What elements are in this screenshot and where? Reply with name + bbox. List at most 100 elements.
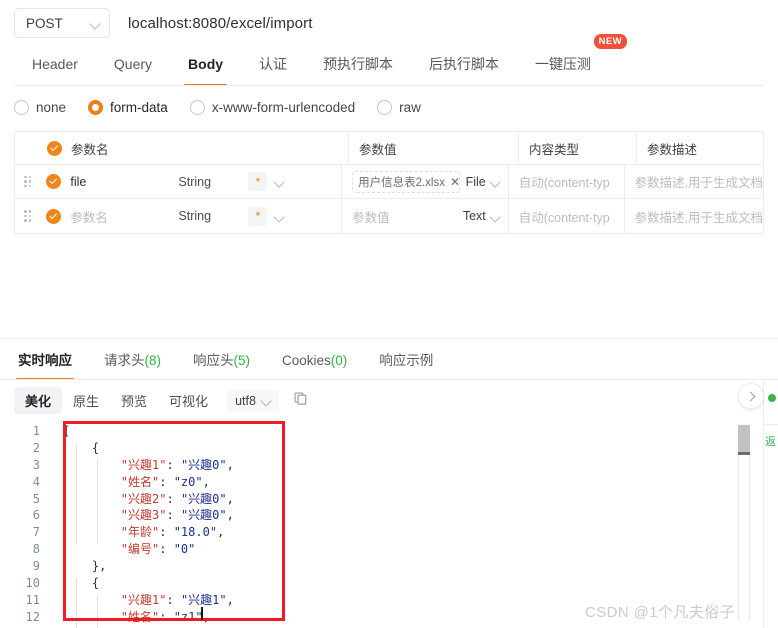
value-type-select[interactable]: Text bbox=[463, 209, 500, 223]
chevron-down-icon[interactable] bbox=[275, 177, 284, 186]
row-drag-handle[interactable] bbox=[15, 210, 42, 222]
description-input: 参数描述,用于生成文档 bbox=[634, 210, 763, 225]
param-name-input[interactable]: 参数名 bbox=[70, 207, 178, 226]
view-tab-visualize[interactable]: 可视化 bbox=[158, 387, 219, 414]
line-number: 5 bbox=[32, 491, 40, 506]
code-token: : bbox=[159, 542, 174, 557]
text-caret bbox=[201, 607, 203, 620]
param-name-input[interactable]: file bbox=[70, 175, 178, 189]
table-row: file String * 用户信息表2.xlsx ✕ File 自动(cont… bbox=[15, 165, 763, 199]
check-all-icon[interactable] bbox=[47, 140, 62, 156]
code-token: , bbox=[202, 474, 210, 489]
tab-query[interactable]: Query bbox=[96, 46, 170, 82]
param-data-type[interactable]: String bbox=[178, 175, 248, 189]
code-token: "兴趣0" bbox=[180, 491, 227, 506]
rail-label[interactable]: 返 bbox=[765, 436, 778, 448]
row-content-type-cell[interactable]: 自动(content-typ bbox=[507, 165, 624, 198]
description-input: 参数描述,用于生成文档 bbox=[634, 176, 763, 190]
param-data-type[interactable]: String bbox=[178, 209, 248, 223]
header-content-type-label: 内容类型 bbox=[529, 142, 580, 157]
response-tab-cookies[interactable]: Cookies(0) bbox=[266, 345, 363, 377]
tab-label: 后执行脚本 bbox=[429, 56, 500, 72]
close-icon[interactable]: ✕ bbox=[450, 175, 460, 189]
header-name-label: 参数名 bbox=[71, 142, 109, 157]
row-description-cell[interactable]: 参数描述,用于生成文档 bbox=[623, 199, 763, 233]
copy-icon[interactable] bbox=[293, 391, 308, 411]
request-url-input[interactable]: localhost:8080/excel/import bbox=[128, 15, 312, 32]
view-tab-raw[interactable]: 原生 bbox=[62, 387, 110, 414]
view-tab-preview[interactable]: 预览 bbox=[110, 387, 158, 414]
chevron-down-icon[interactable] bbox=[275, 212, 284, 221]
value-type-select[interactable]: File bbox=[466, 175, 500, 189]
code-token: }, bbox=[63, 559, 107, 574]
response-tab-count: (8) bbox=[144, 353, 162, 368]
code-line: "编号": "0" bbox=[63, 541, 234, 558]
radio-x-www-form-urlencoded[interactable]: x-www-form-urlencoded bbox=[189, 99, 356, 115]
code-line: "年龄": "18.0", bbox=[63, 524, 234, 541]
tab-stress-test[interactable]: 一键压测 NEW bbox=[517, 34, 628, 82]
code-token: , bbox=[226, 491, 234, 506]
json-code-text: [ { "兴趣1": "兴趣0", "姓名": "z0", "兴趣2": "兴趣… bbox=[63, 418, 234, 626]
code-line: "姓名": "z1", bbox=[63, 609, 234, 626]
response-tab-live[interactable]: 实时响应 bbox=[14, 345, 88, 380]
row-description-cell[interactable]: 参数描述,用于生成文档 bbox=[623, 165, 763, 198]
tab-post-script[interactable]: 后执行脚本 bbox=[411, 46, 517, 82]
code-token: [ bbox=[63, 424, 71, 438]
view-tab-label: 原生 bbox=[73, 394, 100, 409]
response-tab-count: (5) bbox=[233, 353, 251, 368]
line-number: 3 bbox=[32, 457, 40, 472]
line-number-gutter: 1 2 3 4 5 6 7 8 9 10 11 12 bbox=[0, 418, 46, 628]
tab-pre-script[interactable]: 预执行脚本 bbox=[305, 46, 411, 82]
header-description-cell: 参数描述 bbox=[636, 132, 763, 164]
radio-label: none bbox=[36, 99, 67, 115]
view-tab-pretty[interactable]: 美化 bbox=[14, 387, 63, 414]
header-name-cell: 参数名 bbox=[43, 139, 348, 158]
response-tab-request-headers[interactable]: 请求头(8) bbox=[88, 345, 177, 377]
expand-panel-button[interactable] bbox=[738, 383, 764, 409]
code-token: "兴趣0" bbox=[180, 457, 227, 472]
encoding-select[interactable]: utf8 bbox=[227, 389, 279, 412]
tabs-divider bbox=[14, 85, 764, 86]
radio-raw[interactable]: raw bbox=[377, 99, 421, 115]
code-line: "兴趣3": "兴趣0", bbox=[63, 507, 234, 524]
response-body-code[interactable]: 1 2 3 4 5 6 7 8 9 10 11 12 [ { "兴趣1": "兴趣0", "姓名": … bbox=[0, 418, 778, 628]
drag-handle-icon bbox=[24, 210, 33, 222]
line-number: 10 bbox=[25, 576, 40, 591]
chevron-down-icon bbox=[491, 177, 500, 186]
code-token: "兴趣3" bbox=[63, 508, 167, 523]
tab-header[interactable]: Header bbox=[14, 46, 96, 82]
tab-body[interactable]: Body bbox=[170, 46, 241, 86]
required-badge[interactable]: * bbox=[248, 172, 268, 191]
code-scrollbar-thumb[interactable] bbox=[738, 425, 750, 455]
response-tab-label: Cookies bbox=[282, 353, 331, 368]
code-token: "兴趣2" bbox=[63, 491, 167, 506]
view-tab-label: 可视化 bbox=[169, 394, 209, 409]
tab-auth[interactable]: 认证 bbox=[241, 46, 305, 82]
response-tab-examples[interactable]: 响应示例 bbox=[363, 345, 449, 377]
code-token: "兴趣1" bbox=[63, 592, 167, 607]
watermark: CSDN @1个凡夫俗子 bbox=[585, 604, 736, 621]
row-name-cell: file String * bbox=[42, 172, 341, 191]
row-enabled-checkbox[interactable] bbox=[46, 174, 62, 189]
chevron-down-icon bbox=[262, 396, 271, 405]
http-method-select[interactable]: POST bbox=[14, 8, 110, 38]
file-chip[interactable]: 用户信息表2.xlsx ✕ bbox=[352, 170, 461, 193]
code-line: "姓名": "z0", bbox=[63, 474, 234, 491]
tab-label: Header bbox=[32, 56, 78, 72]
code-token: : bbox=[166, 508, 181, 523]
row-drag-handle[interactable] bbox=[15, 175, 42, 188]
row-content-type-cell[interactable]: 自动(content-typ bbox=[507, 199, 624, 233]
row-enabled-checkbox[interactable] bbox=[46, 208, 62, 224]
param-value-input[interactable]: 参数值 bbox=[352, 207, 390, 226]
chevron-right-icon bbox=[745, 391, 755, 401]
value-type-label: Text bbox=[462, 209, 486, 223]
drag-handle-icon bbox=[24, 175, 33, 188]
response-tab-response-headers[interactable]: 响应头(5) bbox=[177, 345, 266, 377]
code-token: "姓名" bbox=[63, 474, 160, 489]
radio-none[interactable]: none bbox=[14, 99, 67, 115]
code-token: "z1" bbox=[173, 609, 203, 624]
required-badge[interactable]: * bbox=[248, 206, 268, 226]
radio-form-data[interactable]: form-data bbox=[88, 99, 168, 115]
code-line: }, bbox=[63, 558, 234, 575]
radio-label: x-www-form-urlencoded bbox=[211, 99, 356, 115]
